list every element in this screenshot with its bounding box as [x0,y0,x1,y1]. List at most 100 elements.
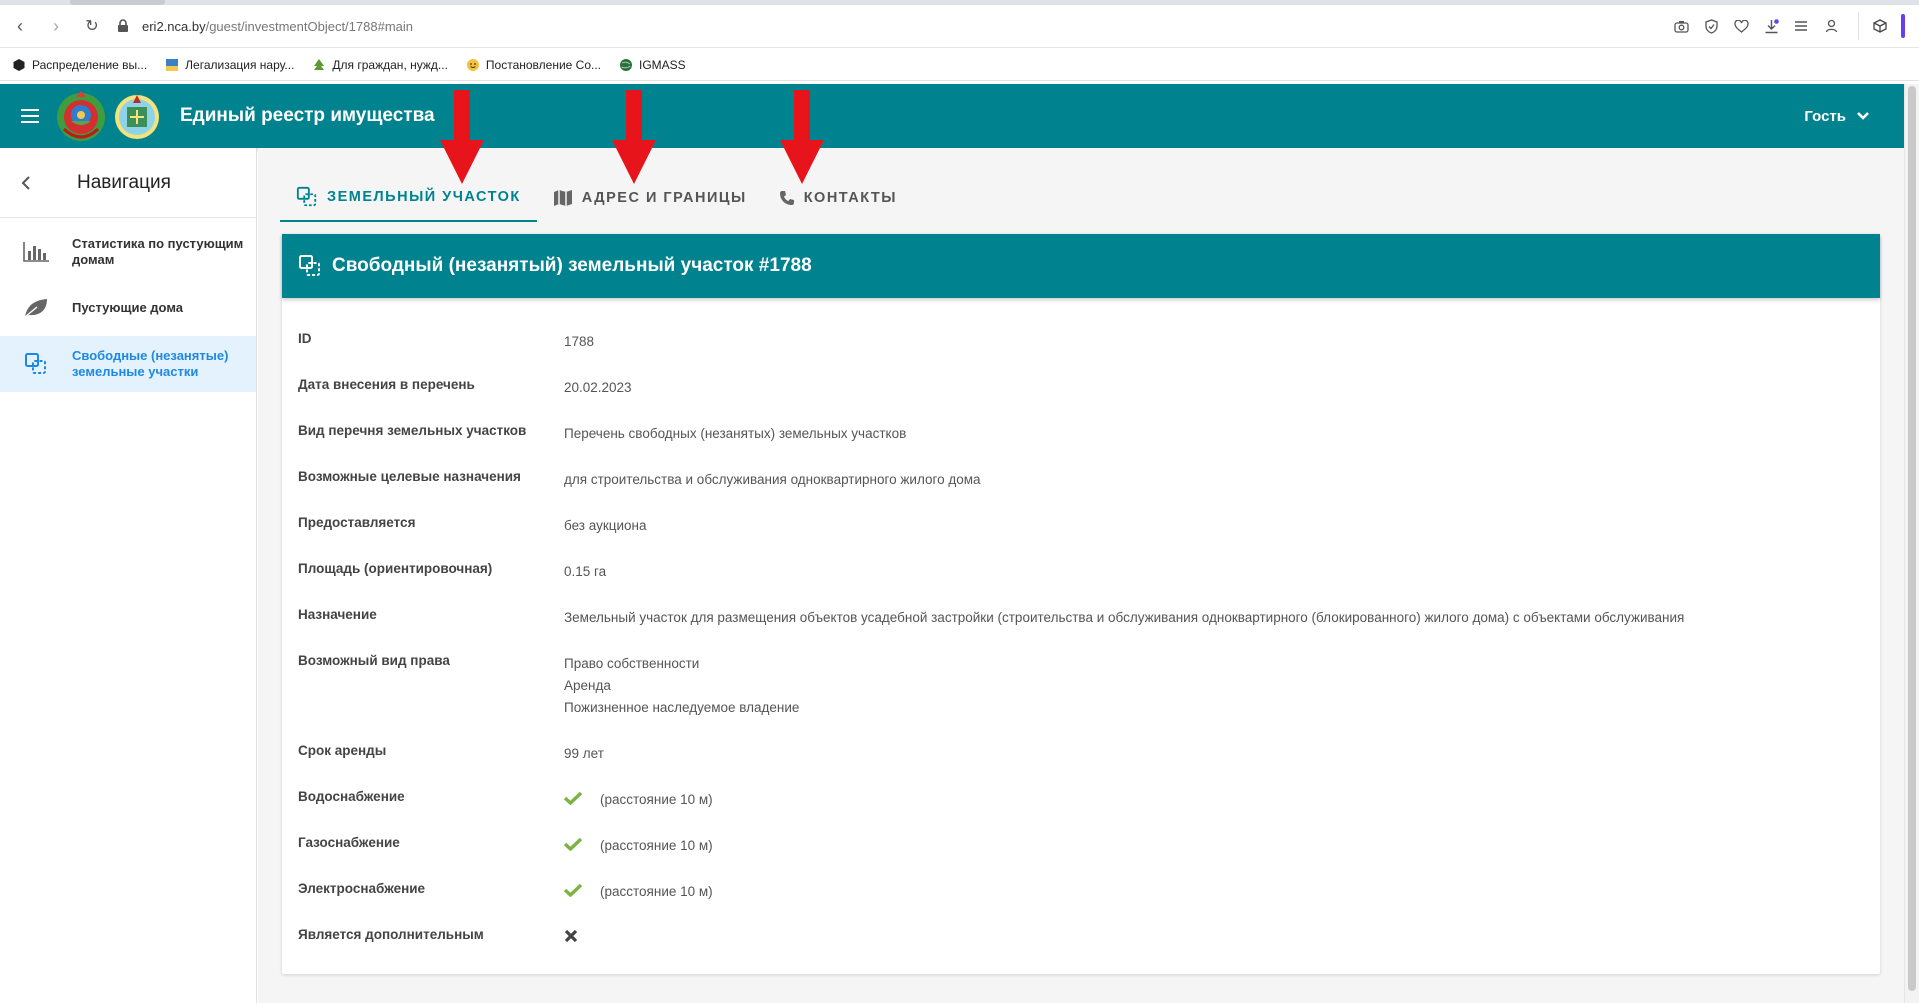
bookmark-label: IGMASS [639,57,686,72]
flag-icon [166,58,179,71]
property-row-rights: Возможный вид права Право собственности Ар… [282,640,1880,730]
browser-forward-icon[interactable]: › [38,8,74,44]
sidebar-panel-indicator[interactable] [1901,14,1905,38]
sidebar-back-icon[interactable] [0,175,52,190]
property-key: Водоснабжение [298,789,405,804]
browser-toolbar: ‹ › ↻ eri2.nca.by/guest/investmentObject… [0,5,1919,48]
property-value: для строительства и обслуживания одноква… [564,472,981,487]
check-icon [564,883,582,897]
property-key: Является дополнительным [298,927,484,942]
property-value: (расстояние 10 м) [564,822,1864,868]
camera-icon[interactable] [1672,17,1690,35]
property-key: ID [298,331,312,346]
property-value: без аукциона [564,518,647,533]
right-option: Аренда [564,678,611,693]
hamburger-menu-icon[interactable] [10,96,50,136]
smiley-icon [466,58,479,71]
shield-icon[interactable] [1702,17,1720,35]
distance-note: (расстояние 10 м) [600,792,713,807]
property-key: Предоставляется [298,515,416,530]
property-value: 20.02.2023 [564,380,632,395]
tab-label: Адрес и границы [581,190,747,206]
box-icon[interactable] [1871,17,1889,35]
tab-label: Контакты [803,190,897,206]
property-value: 99 лет [564,746,604,761]
download-icon[interactable] [1762,17,1780,35]
property-value: 0.15 га [564,564,607,579]
right-option: Право собственности [564,656,700,671]
user-menu[interactable]: Гость [1804,108,1870,125]
distance-note: (расстояние 10 м) [600,884,713,899]
property-row-additional: Является дополнительным [282,914,1880,960]
property-value: Перечень свободных (незанятых) земельных… [564,426,907,441]
browser-reload-icon[interactable]: ↻ [74,8,110,44]
card-title: Свободный (незанятый) земельный участок … [332,255,812,276]
sidebar-item-label: Пустующие дома [72,300,184,315]
scrollbar-thumb[interactable] [1908,86,1916,991]
bookmark-item[interactable]: Постановление Со... [466,58,601,72]
property-key: Площадь (ориентировочная) [298,561,493,576]
globe-icon [620,58,632,71]
property-key: Назначение [298,607,377,622]
bookmarks-bar: Распределение вы... Легализация нару... … [0,49,1919,81]
state-emblem-logo [57,91,105,141]
url-host: eri2.nca.by [142,18,206,34]
sidebar-header: Навигация [0,148,256,218]
property-value: Право собственности Аренда Пожизненное нас… [564,640,1864,730]
property-value [564,914,1864,960]
land-plot-card: Свободный (незанятый) земельный участок … [282,234,1880,974]
property-value: Земельный участок для размещения объекто… [564,610,1685,625]
address-url: eri2.nca.by/guest/investmentObject/1788#… [142,19,413,34]
hexagon-icon [13,58,25,71]
distance-note: (расстояние 10 м) [600,838,713,853]
property-value: (расстояние 10 м) [564,868,1864,914]
card-header: Свободный (незанятый) земельный участок … [282,234,1880,298]
sidebar-item-label: Свободные (незанятые) земельные участки [72,348,229,379]
check-icon [564,837,582,851]
bookmark-label: Легализация нару... [185,57,295,72]
bookmark-item[interactable]: Легализация нару... [165,58,294,72]
annotation-arrow-down [440,90,484,184]
property-row-id: ID 1788 [282,318,1880,364]
browser-back-icon[interactable]: ‹ [2,8,38,44]
toolbar-separator [1858,12,1859,40]
property-key: Газоснабжение [298,835,400,850]
property-key: Возможные целевые назначения [298,469,521,484]
property-row-date: Дата внесения в перечень 20.02.2023 [282,364,1880,410]
property-row-water: Водоснабжение (расстояние 10 м) [282,776,1880,822]
address-bar[interactable]: eri2.nca.by/guest/investmentObject/1788#… [116,8,1672,44]
tab-label: Земельный участок [327,189,521,205]
land-plot-icon [296,186,317,207]
chevron-down-icon [1857,112,1869,120]
property-value: 1788 [564,334,595,349]
property-row-purposes: Возможные целевые назначения для строител… [282,456,1880,502]
page-scrollbar[interactable] [1904,84,1919,1003]
sidebar-item-free-land-plots[interactable]: Свободные (незанятые) земельные участки [0,336,256,392]
property-row-provided: Предоставляется без аукциона [282,502,1880,548]
bookmark-label: Постановление Со... [485,57,601,72]
profile-icon[interactable] [1822,17,1840,35]
property-key: Электроснабжение [298,881,426,896]
bookmark-item[interactable]: Для граждан, нужд... [312,58,448,72]
property-row-gas: Газоснабжение (расстояние 10 м) [282,822,1880,868]
sidebar-title: Навигация [77,171,171,193]
lock-icon [118,19,128,32]
annotation-arrow-down [780,90,824,184]
tab-land-plot[interactable]: Земельный участок [280,174,537,222]
navigation-sidebar: Навигация Статистика по пустующим домам … [0,148,257,1003]
menu-lines-icon[interactable] [1792,17,1810,35]
bookmark-item[interactable]: IGMASS [619,58,686,72]
phone-icon [779,191,794,205]
agency-logo [115,95,159,139]
url-path: /guest/investmentObject/1788#main [205,18,413,34]
bookmark-item[interactable]: Распределение вы... [12,58,147,72]
main-content: Земельный участок Адрес и границы Контак… [258,148,1904,1003]
app-title: Единый реестр имущества [180,105,435,126]
map-icon [553,190,572,206]
heart-icon[interactable] [1732,17,1750,35]
property-key: Вид перечня земельных участков [298,423,527,438]
land-plot-icon [299,255,320,276]
sidebar-item-empty-houses[interactable]: Пустующие дома [0,280,256,336]
property-row-lease-term: Срок аренды 99 лет [282,730,1880,776]
sidebar-item-statistics[interactable]: Статистика по пустующим домам [0,224,256,280]
